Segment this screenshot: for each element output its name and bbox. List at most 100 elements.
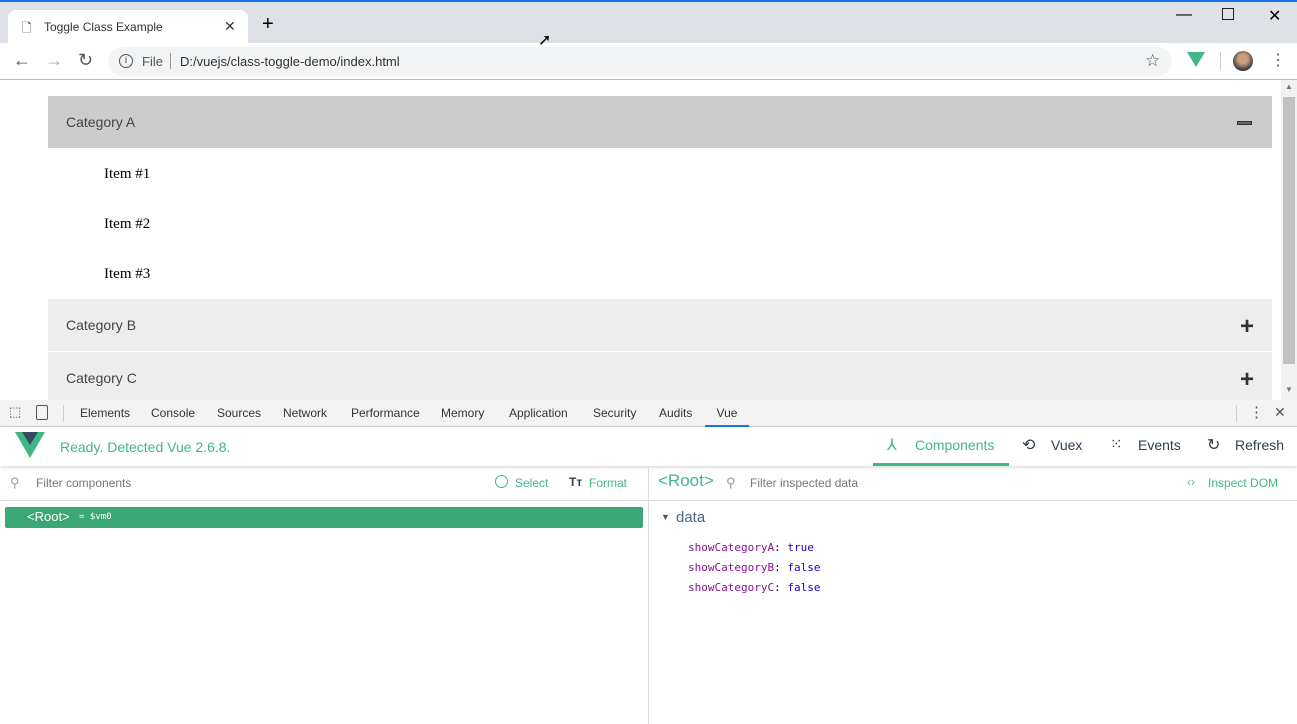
vuex-button[interactable]: Vuex [1051,437,1082,453]
tab-security[interactable]: Security [593,406,636,420]
vue-extension-icon[interactable] [1187,52,1205,67]
inspected-component: <Root> [658,471,714,490]
back-icon[interactable]: ← [13,50,31,71]
prop-value[interactable]: true [787,541,814,554]
component-vm: = $vm0 [79,512,112,522]
inspector-filter-row: <Root> ⚲ Filter inspected data ‹› Inspec… [649,466,1297,501]
address-bar[interactable]: i File D:/vuejs/class-toggle-demo/index.… [108,47,1172,76]
browser-tab[interactable]: 🗋 Toggle Class Example ✕ [8,10,248,45]
scroll-thumb[interactable] [1283,97,1295,364]
component-row-root[interactable]: <Root> = $vm0 [5,507,643,528]
category-c-header[interactable]: Category C + [48,352,1272,400]
devtools-tabbar: ⬚ Elements Console Sources Network Perfo… [0,400,1297,427]
format-icon: Tт [569,475,583,489]
search-icon: ⚲ [10,475,20,490]
tab-memory[interactable]: Memory [441,406,484,420]
tab-elements[interactable]: Elements [80,406,130,420]
close-tab-icon[interactable]: ✕ [224,18,236,35]
category-label: Category B [66,317,137,333]
expand-icon[interactable]: + [1240,354,1254,400]
browser-toolbar: ← → ↻ i File D:/vuejs/class-toggle-demo/… [0,43,1297,80]
more-options-icon[interactable]: ⋮ [1249,403,1264,421]
avatar[interactable] [1233,51,1253,71]
prop-row: showCategoryB: false [688,561,821,574]
events-button[interactable]: Events [1138,437,1181,453]
vue-header: Ready. Detected Vue 2.6.8. ⅄ Components … [0,427,1297,466]
expand-triangle-icon[interactable]: ▼ [661,512,670,522]
components-icon: ⅄ [887,437,897,454]
format-button[interactable]: Format [589,476,627,490]
filter-data-input[interactable]: Filter inspected data [750,476,858,490]
components-pane: ⚲ Filter components Select Tт Format <Ro… [0,466,649,724]
new-tab-icon[interactable]: + [262,13,274,36]
prop-row: showCategoryC: false [688,581,821,594]
collapse-icon[interactable] [1237,121,1252,125]
reload-icon[interactable]: ↻ [78,50,93,71]
category-b-header[interactable]: Category B + [48,299,1272,351]
select-target-icon [495,475,508,488]
prop-key: showCategoryB [688,561,775,574]
inspect-dom-button[interactable]: Inspect DOM [1208,476,1278,490]
menu-icon[interactable]: ⋮ [1270,50,1286,70]
filter-components-input[interactable]: Filter components [36,476,131,490]
inspect-element-icon[interactable]: ⬚ [9,404,21,420]
category-label: Category C [66,370,137,386]
page-content: Category A Item #1 Item #2 Item #3 Categ… [0,80,1281,400]
device-toolbar-icon[interactable] [36,405,48,420]
data-section-label[interactable]: data [676,509,705,526]
url-text[interactable]: D:/vuejs/class-toggle-demo/index.html [180,54,400,69]
info-icon[interactable]: i [119,54,133,68]
component-tag: <Root> [27,509,70,524]
tab-performance[interactable]: Performance [351,406,420,420]
tab-console[interactable]: Console [151,406,195,420]
divider [1220,52,1221,70]
components-button[interactable]: ⅄ Components [873,427,1009,466]
tab-sources[interactable]: Sources [217,406,261,420]
forward-icon[interactable]: → [45,50,63,71]
minimize-icon[interactable]: — [1176,6,1192,24]
code-icon: ‹› [1187,475,1195,489]
category-a-header[interactable]: Category A [48,96,1272,148]
bookmark-star-icon[interactable]: ☆ [1145,51,1160,71]
search-icon: ⚲ [726,475,736,490]
scroll-up-icon[interactable]: ▲ [1285,82,1293,91]
refresh-button[interactable]: Refresh [1235,437,1284,453]
page-icon: 🗋 [22,21,32,35]
scrollbar[interactable]: ▲ ▼ [1281,80,1297,400]
components-filter-row: ⚲ Filter components Select Tт Format [0,466,648,501]
tab-strip: 🗋 Toggle Class Example ✕ + — ✕ [0,0,1297,45]
divider [63,405,64,422]
list-item: Item #3 [104,266,151,282]
tab-network[interactable]: Network [283,406,327,420]
url-scheme: File [142,54,163,69]
scroll-down-icon[interactable]: ▼ [1285,385,1293,394]
close-devtools-icon[interactable]: ✕ [1274,404,1286,421]
divider [170,53,171,69]
prop-value[interactable]: false [787,561,820,574]
vue-logo-inner [22,432,38,445]
divider [1236,405,1237,422]
mouse-cursor-icon: ➚ [538,32,552,49]
tab-title: Toggle Class Example [44,20,163,34]
prop-row: showCategoryA: true [688,541,814,554]
refresh-icon: ↻ [1207,437,1221,454]
tab-vue[interactable]: Vue [705,400,749,427]
tab-application[interactable]: Application [509,406,568,420]
category-label: Category A [66,114,136,130]
data-props: showCategoryA: true showCategoryB: false… [688,538,820,598]
tab-audits[interactable]: Audits [659,406,692,420]
components-label: Components [915,437,995,453]
close-window-icon[interactable]: ✕ [1268,6,1281,26]
inspector-pane: <Root> ⚲ Filter inspected data ‹› Inspec… [649,466,1297,724]
list-item: Item #2 [104,216,151,232]
select-button[interactable]: Select [515,476,548,490]
maximize-icon[interactable] [1222,8,1234,20]
vue-status: Ready. Detected Vue 2.6.8. [60,439,231,455]
list-item: Item #1 [104,166,151,182]
prop-key: showCategoryC [688,581,775,594]
expand-icon[interactable]: + [1240,301,1254,353]
prop-key: showCategoryA [688,541,775,554]
events-icon: ⁙ [1110,436,1123,453]
prop-value[interactable]: false [787,581,820,594]
history-icon: ⟲ [1022,437,1036,454]
